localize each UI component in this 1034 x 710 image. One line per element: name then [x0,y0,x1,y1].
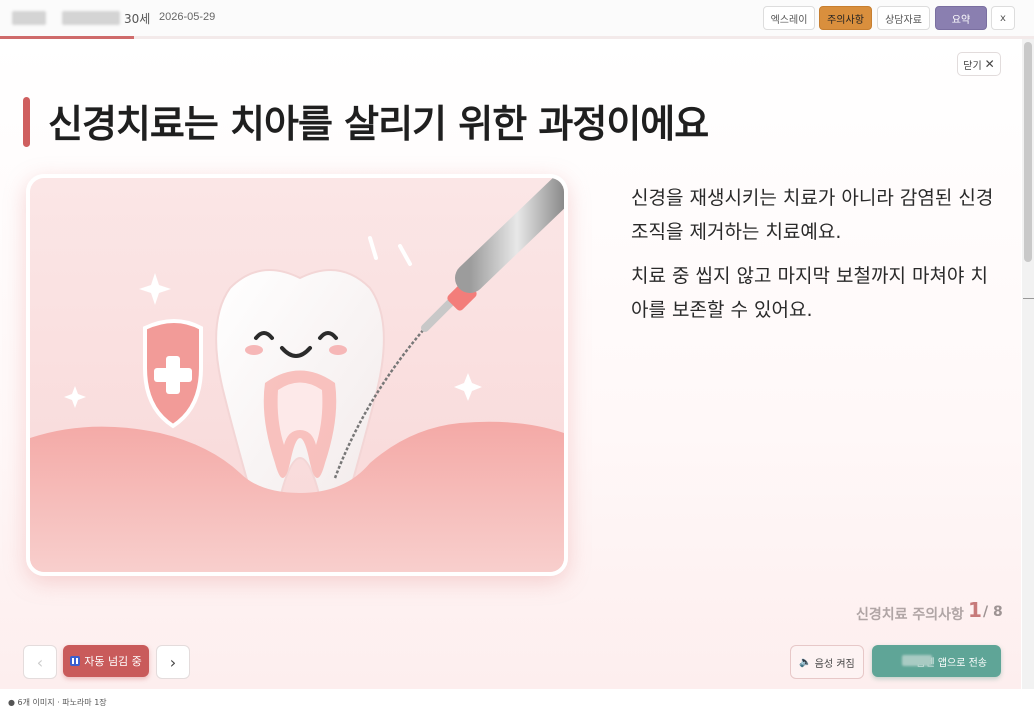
auto-advance-label: 자동 넘김 중 [84,655,142,668]
status-footer [0,689,1034,710]
caution-button[interactable]: 주의사항 [819,6,872,30]
summary-button[interactable]: 요약 [935,6,987,30]
scrollbar-thumb[interactable] [1024,42,1032,262]
description-paragraph: 치료 중 씹지 않고 마지막 보철까지 마쳐야 치아를 보존할 수 있어요. [631,265,988,321]
prev-slide-button[interactable]: ‹ [23,645,57,679]
close-icon: ✕ [984,57,995,71]
scrollbar-divider [1023,298,1034,299]
speaker-icon: 🔈 [799,656,812,668]
patient-age: 30세 [124,12,151,26]
header-close-button[interactable]: x [991,6,1015,30]
pause-icon [70,656,81,666]
slide-description: 신경을 재생시키는 치료가 아니라 감염된 신경 조직을 제거하는 치료예요. … [631,181,1001,337]
send-to-app-button[interactable]: 홈덴 앱으로 전송 [872,645,1001,677]
slide-total-number: / 8 [983,604,1003,620]
slide-title: 신경치료는 치아를 살리기 위한 과정이에요 [48,102,709,146]
patient-name-redacted [12,11,46,25]
xray-button[interactable]: 엑스레이 [763,6,815,30]
auto-advance-button[interactable]: 자동 넘김 중 [63,645,149,677]
voice-toggle-label: 음성 켜짐 [814,658,855,670]
visit-date: 2026-05-29 [159,11,216,23]
footer-status-text: ● 6개 이미지 · 파노라마 1장 [8,698,107,707]
next-slide-button[interactable]: › [156,645,190,679]
title-accent-bar [23,97,30,147]
tooth-root-canal-illustration [26,174,568,576]
close-label: 닫기 [963,60,982,72]
chevron-right-icon: › [169,652,177,672]
slide-close-button[interactable]: 닫기 ✕ [957,52,1001,76]
patient-info-redacted [62,11,120,25]
slide-current-number: 1 [968,598,982,622]
voice-toggle-button[interactable]: 🔈 음성 켜짐 [790,645,864,679]
consult-material-button[interactable]: 상담자료 [877,6,930,30]
chevron-left-icon: ‹ [36,652,44,672]
top-bar: 30세 2026-05-29 엑스레이 주의사항 상담자료 요약 x [0,0,1034,37]
description-paragraph: 신경을 재생시키는 치료가 아니라 감염된 신경 조직을 제거하는 치료예요. [631,187,994,243]
slide-counter-label: 신경치료 주의사항 [856,607,964,623]
app-name-redacted [902,655,932,666]
